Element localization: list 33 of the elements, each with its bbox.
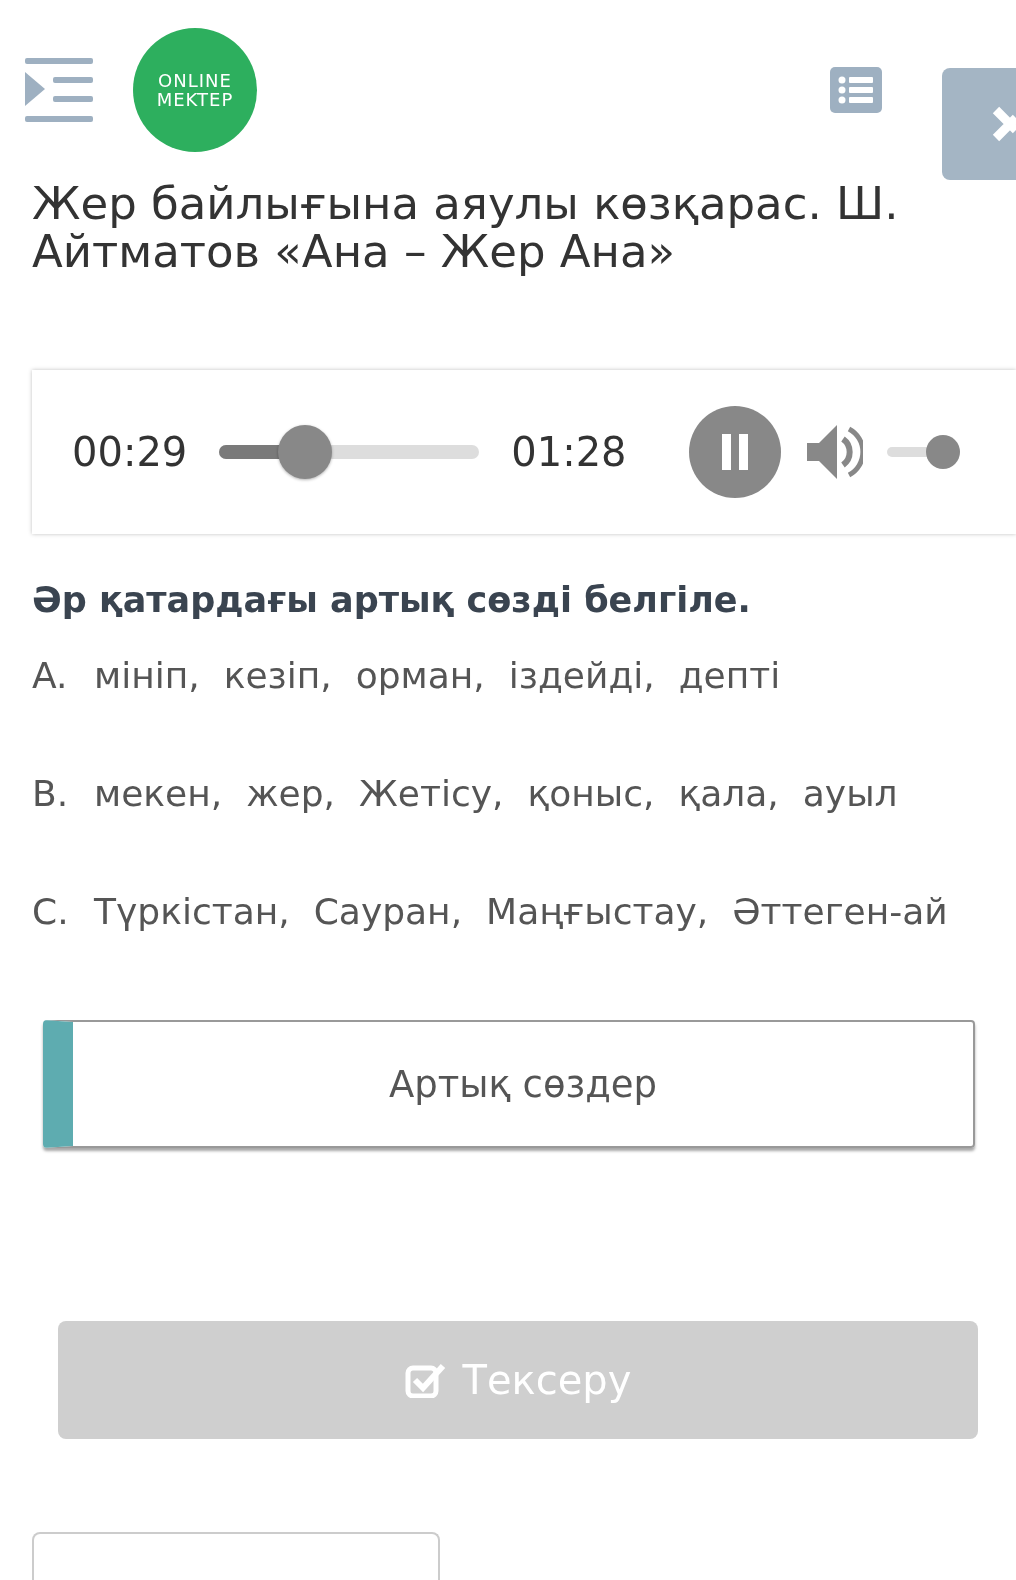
word-option[interactable]: кезіп, bbox=[223, 655, 332, 696]
word-option[interactable]: орман, bbox=[355, 655, 485, 696]
volume-slider[interactable] bbox=[886, 435, 960, 469]
close-button[interactable] bbox=[942, 68, 1016, 180]
word-option[interactable]: Жетісу, bbox=[359, 773, 504, 814]
option-letter: B. bbox=[32, 773, 70, 814]
elapsed-time: 00:29 bbox=[72, 429, 188, 475]
close-icon bbox=[992, 104, 1016, 144]
logo: ONLINE MEKTEP bbox=[133, 28, 257, 152]
option-letter: A. bbox=[32, 655, 69, 696]
checkbox-icon bbox=[404, 1362, 447, 1398]
list-button[interactable] bbox=[830, 67, 882, 113]
menu-icon[interactable] bbox=[25, 58, 93, 122]
option-letter: C. bbox=[32, 891, 70, 932]
answer-drop-zone[interactable]: Артық сөздер bbox=[43, 1020, 975, 1148]
duration-time: 01:28 bbox=[511, 429, 627, 475]
word-option[interactable]: Әттеген-ай bbox=[732, 891, 948, 932]
word-option[interactable]: Түркістан, bbox=[94, 891, 290, 932]
word-option[interactable]: Маңғыстау, bbox=[486, 891, 709, 932]
pause-icon bbox=[719, 434, 750, 470]
word-option[interactable]: ауыл bbox=[802, 773, 898, 814]
word-option[interactable]: Сауран, bbox=[313, 891, 463, 932]
word-option[interactable]: қала, bbox=[678, 773, 779, 814]
word-option[interactable]: мініп, bbox=[94, 655, 200, 696]
lesson-title: Жер байлығына аяулы көзқарас. Ш. Айтматов «Ана – Жер Ана» bbox=[32, 180, 900, 276]
word-option[interactable]: жер, bbox=[246, 773, 336, 814]
word-option[interactable]: депті bbox=[678, 655, 781, 696]
word-option[interactable]: мекен, bbox=[94, 773, 223, 814]
progress-slider[interactable] bbox=[219, 425, 480, 479]
word-option[interactable]: іздейді, bbox=[508, 655, 655, 696]
word-option[interactable]: қоныс, bbox=[527, 773, 655, 814]
question-text: Әр қатардағы артық сөзді белгіле. bbox=[32, 580, 752, 620]
speaker-icon[interactable] bbox=[806, 425, 863, 479]
